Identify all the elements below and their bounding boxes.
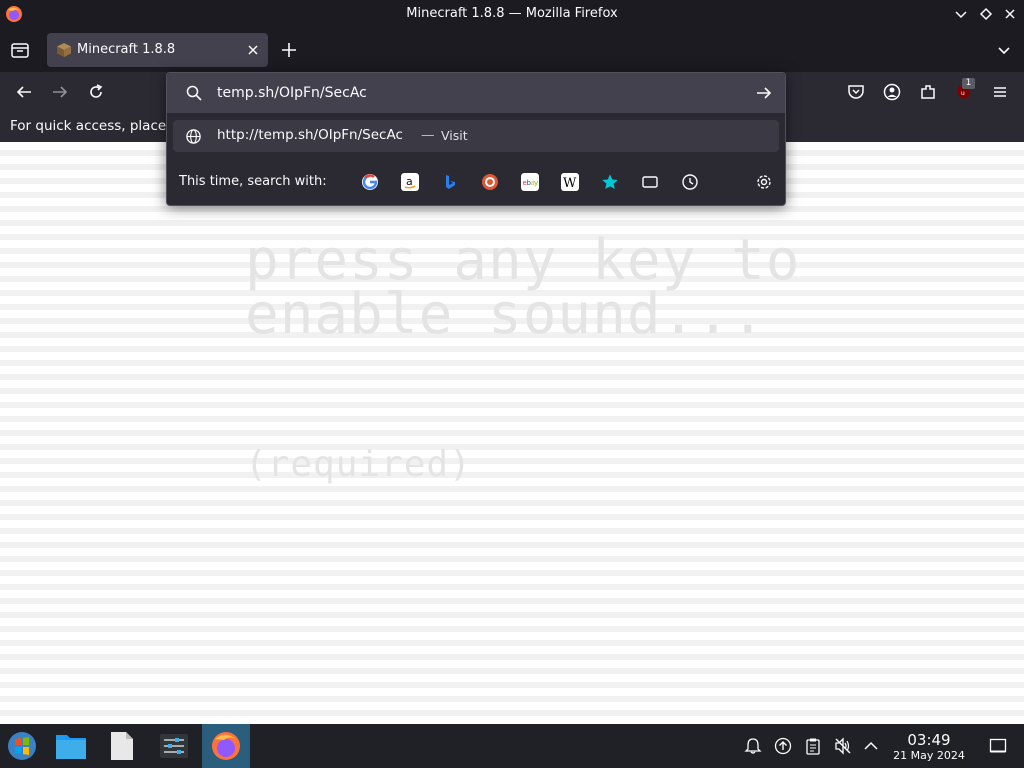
file-manager-task[interactable] [48, 724, 96, 768]
ebay-icon[interactable]: ebay [521, 173, 539, 191]
svg-text:u: u [961, 90, 965, 97]
url-input[interactable] [217, 82, 737, 104]
press-key-line-1: press any key to [245, 228, 801, 293]
ublock-badge: 1 [962, 78, 975, 89]
text-editor-task[interactable] [98, 724, 146, 768]
maximize-icon[interactable] [978, 6, 994, 22]
menu-icon[interactable] [991, 83, 1009, 101]
minecraft-block-icon [57, 43, 71, 57]
globe-icon [186, 129, 201, 144]
urlbar-popup: http://temp.sh/OIpFn/SecAc — Visit This … [166, 72, 786, 206]
result-separator: — [421, 127, 435, 143]
firefox-view-icon[interactable] [10, 41, 30, 59]
reload-icon[interactable] [87, 83, 105, 101]
volume-muted-icon[interactable] [834, 737, 852, 755]
press-key-line-2: enable sound... [245, 282, 766, 347]
document-icon [111, 732, 133, 760]
bookmarks-star-icon[interactable] [601, 173, 619, 191]
search-settings-gear-icon[interactable] [755, 173, 773, 191]
bookmarks-hint: For quick access, place [10, 118, 167, 134]
title-bar: Minecraft 1.8.8 — Mozilla Firefox [0, 0, 1024, 28]
new-tab-icon[interactable] [280, 41, 298, 59]
tabs-icon[interactable] [641, 173, 659, 191]
result-action: Visit [441, 128, 468, 143]
clock-date[interactable]: 21 May 2024 [888, 749, 970, 762]
forward-icon[interactable] [51, 83, 69, 101]
start-menu-icon [8, 732, 36, 760]
search-icon [186, 85, 202, 101]
result-url: http://temp.sh/OIpFn/SecAc [217, 127, 403, 143]
updates-icon[interactable] [774, 737, 792, 755]
pocket-icon[interactable] [847, 83, 865, 101]
go-arrow-icon[interactable] [755, 84, 773, 102]
window-title: Minecraft 1.8.8 — Mozilla Firefox [406, 6, 618, 21]
folder-icon [56, 735, 86, 759]
back-icon[interactable] [15, 83, 33, 101]
google-icon[interactable] [361, 173, 379, 191]
history-icon[interactable] [681, 173, 699, 191]
close-window-icon[interactable] [1002, 6, 1018, 22]
account-icon[interactable] [883, 83, 901, 101]
app-launcher[interactable] [0, 724, 48, 768]
tab-label: Minecraft 1.8.8 [77, 42, 176, 57]
url-result-row[interactable]: http://temp.sh/OIpFn/SecAc — Visit [173, 120, 779, 152]
amazon-icon[interactable]: a [401, 173, 419, 191]
minimize-icon[interactable] [953, 6, 969, 22]
svg-text:W: W [563, 176, 577, 191]
extensions-icon[interactable] [919, 83, 937, 101]
page-content[interactable]: press any key to enable sound... (requir… [0, 142, 1024, 724]
firefox-task[interactable] [202, 724, 250, 768]
close-tab-icon[interactable] [246, 43, 260, 57]
svg-text:a: a [406, 175, 413, 188]
svg-text:y: y [534, 179, 538, 187]
duckduckgo-icon[interactable] [481, 173, 499, 191]
tab-strip: Minecraft 1.8.8 [0, 28, 1024, 72]
required-note: (required) [245, 444, 472, 485]
firefox-icon [212, 732, 240, 760]
show-desktop-icon[interactable] [989, 737, 1007, 755]
clock-time[interactable]: 03:49 [905, 731, 953, 749]
tab-minecraft[interactable]: Minecraft 1.8.8 [47, 33, 268, 67]
notifications-icon[interactable] [744, 737, 762, 755]
search-with-label: This time, search with: [179, 174, 327, 189]
settings-sliders-icon [160, 734, 188, 758]
tray-expand-icon[interactable] [862, 737, 880, 755]
urlbar-input-row [167, 73, 785, 113]
clipboard-icon[interactable] [804, 737, 822, 755]
taskbar: 03:49 21 May 2024 [0, 724, 1024, 768]
bing-icon[interactable] [441, 173, 459, 191]
system-settings-task[interactable] [150, 724, 198, 768]
chevron-down-icon[interactable] [996, 42, 1012, 58]
wikipedia-icon[interactable]: W [561, 173, 579, 191]
